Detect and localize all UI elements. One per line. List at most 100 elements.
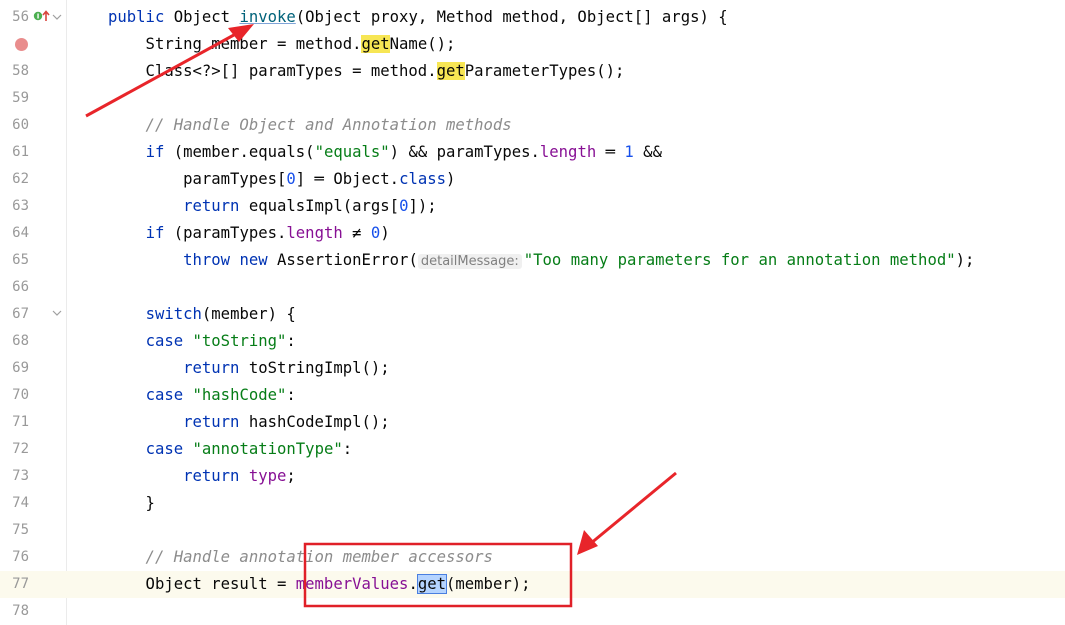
line-number[interactable]: 67 xyxy=(0,301,29,328)
line-number[interactable]: 63 xyxy=(0,193,29,220)
code-line[interactable]: 59 xyxy=(0,85,1065,112)
code-text[interactable]: String member = method.getName(); xyxy=(108,31,455,58)
line-number[interactable]: 58 xyxy=(0,58,29,85)
code-line[interactable]: 71 return hashCodeImpl(); xyxy=(0,409,1065,436)
code-line[interactable]: 62 paramTypes[0] ═ Object.class) xyxy=(0,166,1065,193)
code-token: if xyxy=(145,143,165,161)
code-token: throw xyxy=(183,251,231,269)
code-token: // Handle annotation member accessors xyxy=(108,548,493,566)
code-token: ≠ xyxy=(342,224,371,242)
code-token: get xyxy=(361,35,390,53)
breakpoint-icon[interactable] xyxy=(15,38,28,51)
code-line[interactable]: 56 public Object invoke(Object proxy, Met… xyxy=(0,4,1065,31)
line-number[interactable]: 56 xyxy=(0,4,29,31)
code-token: if xyxy=(145,224,165,242)
code-text[interactable]: if (paramTypes.length ≠ 0) xyxy=(108,220,390,247)
code-text[interactable]: return type; xyxy=(108,463,296,490)
line-number[interactable]: 71 xyxy=(0,409,29,436)
code-line[interactable]: 63 return equalsImpl(args[0]); xyxy=(0,193,1065,220)
fold-chevron-icon[interactable] xyxy=(52,308,62,318)
code-line[interactable]: 74 } xyxy=(0,490,1065,517)
code-token: get xyxy=(436,62,465,80)
code-token: (member); xyxy=(446,575,531,593)
code-text[interactable]: } xyxy=(108,490,155,517)
code-line[interactable]: 58 Class<?>[] paramTypes = method.getPar… xyxy=(0,58,1065,85)
code-text[interactable]: if (member.equals("equals") && paramType… xyxy=(108,139,662,166)
code-text[interactable]: case "hashCode": xyxy=(108,382,296,409)
code-line[interactable]: 64 if (paramTypes.length ≠ 0) xyxy=(0,220,1065,247)
code-token: hashCodeImpl(); xyxy=(239,413,390,431)
code-text[interactable]: // Handle Object and Annotation methods xyxy=(108,112,512,139)
line-number[interactable]: 66 xyxy=(0,274,29,301)
code-text[interactable]: public Object invoke(Object proxy, Metho… xyxy=(108,4,728,31)
line-number[interactable]: 74 xyxy=(0,490,29,517)
line-number[interactable]: 77 xyxy=(0,571,29,598)
line-number[interactable]: 75 xyxy=(0,517,29,544)
line-number[interactable]: 62 xyxy=(0,166,29,193)
line-number[interactable]: 78 xyxy=(0,598,29,625)
code-text[interactable]: case "toString": xyxy=(108,328,296,355)
code-line[interactable]: 66 xyxy=(0,274,1065,301)
line-number[interactable]: 72 xyxy=(0,436,29,463)
code-text[interactable]: case "annotationType": xyxy=(108,436,353,463)
line-number[interactable]: 73 xyxy=(0,463,29,490)
code-line[interactable]: 76 // Handle annotation member accessors xyxy=(0,544,1065,571)
code-line[interactable]: 60 // Handle Object and Annotation metho… xyxy=(0,112,1065,139)
line-number[interactable]: 61 xyxy=(0,139,29,166)
code-text[interactable]: return equalsImpl(args[0]); xyxy=(108,193,437,220)
line-number[interactable]: 69 xyxy=(0,355,29,382)
code-line[interactable]: 77 Object result = memberValues.get(memb… xyxy=(0,571,1065,598)
fold-chevron-icon[interactable] xyxy=(52,12,62,22)
line-number[interactable]: 70 xyxy=(0,382,29,409)
code-token: ]); xyxy=(408,197,437,215)
code-line[interactable]: 68 case "toString": xyxy=(0,328,1065,355)
code-token: ); xyxy=(955,251,975,269)
line-number[interactable]: 68 xyxy=(0,328,29,355)
code-token: : xyxy=(286,332,296,350)
code-token: ) xyxy=(446,170,456,188)
code-line[interactable]: 78 xyxy=(0,598,1065,625)
code-line[interactable]: 69 return toStringImpl(); xyxy=(0,355,1065,382)
code-editor[interactable]: 56 public Object invoke(Object proxy, Met… xyxy=(0,0,1065,625)
code-token: return xyxy=(183,197,240,215)
implements-method-icon[interactable]: I xyxy=(33,9,51,23)
code-text[interactable]: return toStringImpl(); xyxy=(108,355,390,382)
code-token: 0 xyxy=(370,224,381,242)
code-line[interactable]: 73 return type; xyxy=(0,463,1065,490)
code-token: Object result = xyxy=(108,575,296,593)
code-text[interactable]: paramTypes[0] ═ Object.class) xyxy=(108,166,455,193)
code-token: . xyxy=(408,575,418,593)
line-number[interactable]: 64 xyxy=(0,220,29,247)
code-text[interactable]: return hashCodeImpl(); xyxy=(108,409,390,436)
code-token: get xyxy=(416,574,448,594)
line-number[interactable]: 65 xyxy=(0,247,29,274)
code-line[interactable]: 72 case "annotationType": xyxy=(0,436,1065,463)
code-text[interactable]: throw new AssertionError(detailMessage: "… xyxy=(108,247,974,274)
code-token: return xyxy=(183,359,240,377)
code-line[interactable]: 65 throw new AssertionError(detailMessag… xyxy=(0,247,1065,274)
line-number[interactable]: 60 xyxy=(0,112,29,139)
code-token: 0 xyxy=(286,170,296,188)
code-text[interactable]: switch(member) { xyxy=(108,301,296,328)
code-token: switch xyxy=(145,305,202,323)
code-line[interactable]: String member = method.getName(); xyxy=(0,31,1065,58)
code-text[interactable]: Object result = memberValues.get(member)… xyxy=(108,571,531,598)
line-number[interactable]: 76 xyxy=(0,544,29,571)
code-line[interactable]: 61 if (member.equals("equals") && paramT… xyxy=(0,139,1065,166)
line-number[interactable]: 59 xyxy=(0,85,29,112)
code-line[interactable]: 67 switch(member) { xyxy=(0,301,1065,328)
code-token: Object xyxy=(173,8,240,26)
code-line[interactable]: 75 xyxy=(0,517,1065,544)
code-token: && xyxy=(633,143,662,161)
code-text[interactable]: Class<?>[] paramTypes = method.getParame… xyxy=(108,58,624,85)
code-line[interactable]: 70 case "hashCode": xyxy=(0,382,1065,409)
code-text[interactable]: // Handle annotation member accessors xyxy=(108,544,493,571)
